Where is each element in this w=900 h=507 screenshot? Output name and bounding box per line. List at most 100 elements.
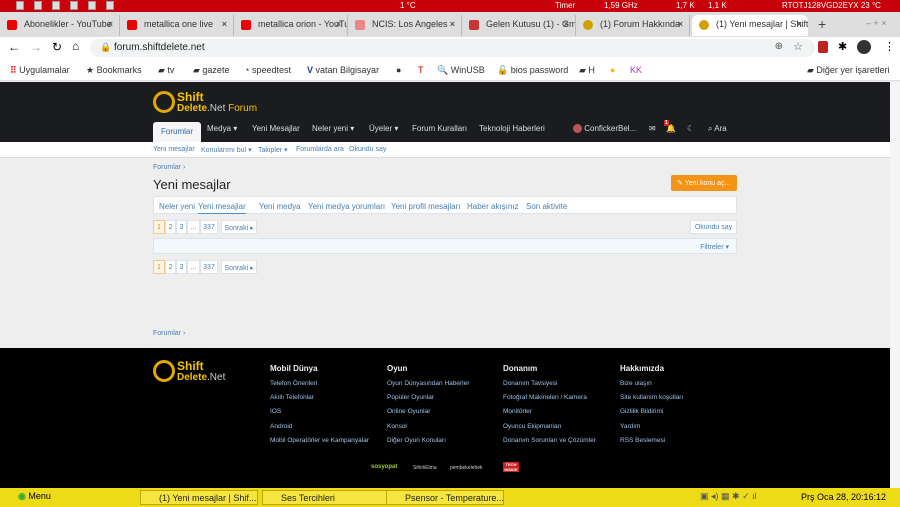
- footer-link[interactable]: Donanım Tavsiyesi: [503, 380, 557, 387]
- tab-haber-akisiniz[interactable]: Haber akışınız: [467, 202, 519, 211]
- footer-link[interactable]: IOS: [270, 408, 281, 415]
- footer-link[interactable]: Gizlilik Bildirimi: [620, 408, 663, 415]
- launcher-icon[interactable]: [52, 1, 60, 10]
- launcher-icon[interactable]: [34, 1, 42, 10]
- nav-uyeler[interactable]: Üyeler ▾: [369, 124, 398, 133]
- close-icon[interactable]: ×: [108, 19, 113, 29]
- launcher-icon[interactable]: [16, 1, 24, 10]
- browser-tab[interactable]: Gelen Kutusu (1) - Gmail ×: [462, 15, 576, 36]
- footer-link[interactable]: RSS Beslemesi: [620, 437, 665, 444]
- browser-tab[interactable]: NCIS: Los Angeles ×: [348, 15, 462, 36]
- browser-tab[interactable]: (1) Forum Hakkında ×: [576, 15, 690, 36]
- next-page-button[interactable]: Sonraki ▸: [221, 260, 257, 274]
- bookmark-item[interactable]: 🔍 WinUSB: [437, 65, 485, 76]
- mark-read-button[interactable]: Okundu say: [690, 220, 737, 234]
- bookmark-folder[interactable]: ▰ tv: [158, 65, 174, 76]
- partner-sosyopat[interactable]: sosyopat: [371, 464, 397, 470]
- breadcrumb-bottom[interactable]: Forumlar ›: [153, 330, 185, 337]
- search-button[interactable]: ⌕ Ara: [708, 124, 727, 134]
- nav-medya[interactable]: Medya ▾: [207, 124, 237, 133]
- close-icon[interactable]: ×: [222, 19, 227, 29]
- footer-link[interactable]: Diğer Oyun Konuları: [387, 437, 446, 444]
- close-icon[interactable]: ×: [450, 19, 455, 29]
- launcher-icon[interactable]: [106, 1, 114, 10]
- launcher-icon[interactable]: [70, 1, 78, 10]
- page-last[interactable]: 337: [200, 220, 218, 234]
- bookmark-shiftdelete[interactable]: ●: [396, 65, 401, 75]
- tab-yeni-profil-mesajlari[interactable]: Yeni profil mesajları: [391, 202, 461, 211]
- back-icon[interactable]: ←: [8, 40, 20, 54]
- page-3[interactable]: 3: [176, 260, 187, 274]
- close-icon[interactable]: ×: [678, 19, 683, 29]
- breadcrumb[interactable]: Forumlar ›: [153, 164, 185, 171]
- footer-link[interactable]: Site kullanım koşulları: [620, 394, 683, 401]
- footer-link[interactable]: Bize ulaşın: [620, 380, 652, 387]
- subnav-konularimi-bul[interactable]: Konularımı bul ▾: [201, 146, 252, 154]
- extension-icon[interactable]: [818, 41, 828, 53]
- bookmark-item[interactable]: KK: [630, 65, 642, 75]
- menu-icon[interactable]: ⋮: [884, 40, 895, 53]
- page-2[interactable]: 2: [165, 220, 176, 234]
- moon-icon[interactable]: ☾: [687, 124, 694, 133]
- browser-tab[interactable]: Abonelikler - YouTube ×: [0, 15, 120, 36]
- close-icon[interactable]: ×: [797, 19, 802, 29]
- bookmark-folder[interactable]: ▰ gazete: [193, 65, 229, 76]
- tab-yeni-medya[interactable]: Yeni medya: [259, 202, 301, 211]
- tray-icons[interactable]: ▣ ◂) ▦ ✱ ✓ ıl: [700, 491, 757, 502]
- nav-forumlar[interactable]: Forumlar: [153, 122, 202, 142]
- browser-tab[interactable]: metallica orion - YouTube×: [234, 15, 348, 36]
- page-ellipsis[interactable]: ...: [187, 260, 200, 274]
- nav-teknoloji-haberleri[interactable]: Teknoloji Haberleri: [479, 124, 545, 133]
- start-menu[interactable]: ◉ Menu: [18, 491, 51, 502]
- partner-techinside[interactable]: TECH INSIDE: [503, 462, 519, 472]
- footer-link[interactable]: Online Oyunlar: [387, 408, 430, 415]
- bookmark-item[interactable]: V vatan Bilgisayar: [307, 65, 379, 75]
- footer-link[interactable]: Fotoğraf Makineleri / Kamera: [503, 394, 587, 401]
- partner-sihirlielma[interactable]: SihirliElma: [413, 465, 437, 471]
- footer-link[interactable]: Android: [270, 423, 292, 430]
- nav-yeni-mesajlar[interactable]: Yeni Mesajlar: [252, 124, 300, 133]
- footer-link[interactable]: Akıllı Telefonlar: [270, 394, 314, 401]
- nav-neler-yeni[interactable]: Neler yeni ▾: [312, 124, 354, 133]
- footer-link[interactable]: Popüler Oyunlar: [387, 394, 434, 401]
- next-page-button[interactable]: Sonraki ▸: [221, 220, 257, 234]
- bell-icon[interactable]: 🔔 1: [664, 120, 676, 133]
- user-menu[interactable]: ConfickerBel...: [573, 124, 636, 134]
- launcher-icon[interactable]: [88, 1, 96, 10]
- home-icon[interactable]: ⌂: [72, 39, 79, 53]
- footer-link[interactable]: Donanım Sorunları ve Çözümler: [503, 437, 596, 444]
- page-1[interactable]: 1: [153, 220, 165, 234]
- page-1[interactable]: 1: [153, 260, 165, 274]
- footer-link[interactable]: Mobil Operatörler ve Kampanyalar: [270, 437, 369, 444]
- bookmark-item[interactable]: ●: [610, 65, 615, 75]
- footer-link[interactable]: Telefon Önerileri: [270, 380, 317, 387]
- tab-neler-yeni[interactable]: Neler yeni: [159, 202, 195, 211]
- puzzle-icon[interactable]: ✱: [838, 40, 847, 53]
- footer-link[interactable]: Oyun Dünyasından Haberler: [387, 380, 469, 387]
- bookmark-apps[interactable]: ⠿ Uygulamalar: [10, 65, 70, 76]
- subnav-forumlarda-ara[interactable]: Forumlarda ara: [296, 146, 344, 153]
- address-input[interactable]: 🔒 forum.shiftdelete.net ⊕ ☆: [90, 39, 815, 57]
- bookmark-item[interactable]: 🔓 bios password: [497, 65, 568, 76]
- timer-applet[interactable]: Timer: [555, 1, 575, 10]
- footer-link[interactable]: Yardım: [620, 423, 640, 430]
- footer-link[interactable]: Konsol: [387, 423, 407, 430]
- tab-yeni-medya-yorumlari[interactable]: Yeni medya yorumları: [308, 202, 385, 211]
- page-ellipsis[interactable]: ...: [187, 220, 200, 234]
- footer-link[interactable]: Oyuncu Ekipmanları: [503, 423, 562, 430]
- footer-link[interactable]: Monitörler: [503, 408, 532, 415]
- taskbar-window-sound[interactable]: Ses Tercihleri: [262, 490, 393, 505]
- bookmark-item[interactable]: ◔ speedtest: [244, 65, 291, 75]
- bookmark-t[interactable]: T: [418, 65, 424, 75]
- bookmark-item[interactable]: ★ Bookmarks: [86, 65, 142, 76]
- star-icon[interactable]: ☆: [793, 40, 803, 53]
- nav-forum-kurallari[interactable]: Forum Kuralları: [412, 124, 467, 133]
- subnav-yeni-mesajlar[interactable]: Yeni mesajlar: [153, 146, 195, 153]
- browser-tab[interactable]: metallica one live ×: [120, 15, 234, 36]
- taskbar-window-chrome[interactable]: (1) Yeni mesajlar | Shif...: [140, 490, 258, 505]
- close-icon[interactable]: ×: [336, 19, 341, 29]
- reload-icon[interactable]: ↻: [52, 40, 62, 54]
- subnav-okundu-say[interactable]: Okundu say: [349, 146, 386, 153]
- browser-tab-active[interactable]: (1) Yeni mesajlar | ShiftDelete×: [692, 15, 808, 36]
- forward-icon[interactable]: →: [30, 40, 42, 54]
